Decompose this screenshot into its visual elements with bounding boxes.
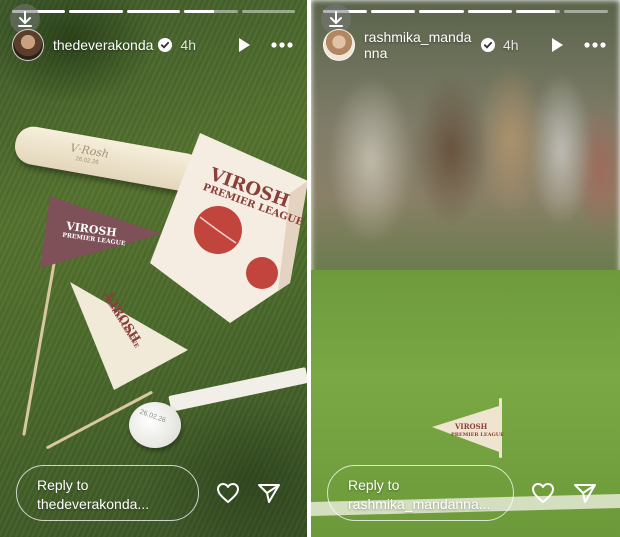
progress-segment — [69, 10, 123, 13]
send-button[interactable] — [256, 481, 282, 505]
more-options-button[interactable] — [582, 34, 608, 56]
medal-prop — [129, 402, 181, 448]
send-icon — [258, 484, 280, 503]
reply-input[interactable]: Reply to rashmika_mandanna... — [327, 465, 514, 521]
avatar[interactable] — [323, 29, 355, 61]
like-button[interactable] — [215, 481, 241, 505]
story-progress-bar — [323, 10, 609, 13]
avatar[interactable] — [12, 29, 44, 61]
verified-badge-icon — [158, 38, 173, 52]
post-time: 4h — [180, 37, 196, 53]
small-flag-title: VIROSH — [455, 422, 488, 431]
post-time: 4h — [503, 37, 519, 53]
progress-segment — [515, 10, 560, 13]
username[interactable]: rashmika_mandanna — [364, 29, 476, 61]
progress-segment — [371, 10, 416, 13]
more-icon — [584, 42, 606, 48]
premier-league-box — [150, 133, 307, 323]
heart-icon — [532, 483, 554, 503]
play-icon — [552, 38, 563, 52]
verified-badge-icon — [481, 38, 495, 52]
heart-icon — [217, 483, 239, 503]
story-progress-bar — [12, 10, 296, 13]
story-header: thedeverakonda 4h — [12, 28, 295, 62]
username[interactable]: thedeverakonda — [53, 37, 153, 53]
more-icon — [271, 42, 293, 48]
progress-segment — [126, 10, 181, 13]
progress-segment — [419, 10, 464, 13]
story-header: rashmika_mandanna 4h — [323, 28, 608, 62]
send-button[interactable] — [572, 481, 598, 505]
play-button[interactable] — [546, 34, 568, 56]
progress-segment — [467, 10, 512, 13]
progress-segment — [563, 10, 609, 13]
reply-input[interactable]: Reply to thedeverakonda... — [16, 465, 199, 521]
send-icon — [574, 484, 596, 503]
more-options-button[interactable] — [269, 34, 295, 56]
like-button[interactable] — [530, 481, 556, 505]
play-icon — [239, 38, 250, 52]
play-button[interactable] — [233, 34, 255, 56]
story-left[interactable]: V·Rosh 26.02.26 VIROSH PREMIER LEAGUE VI… — [0, 0, 307, 537]
progress-segment — [241, 10, 296, 13]
story-right[interactable]: VIROSH PREMIER LEAGUE rashmika_mandanna … — [311, 0, 620, 537]
small-flag-sub: PREMIER LEAGUE — [451, 432, 504, 438]
progress-segment — [184, 10, 238, 13]
